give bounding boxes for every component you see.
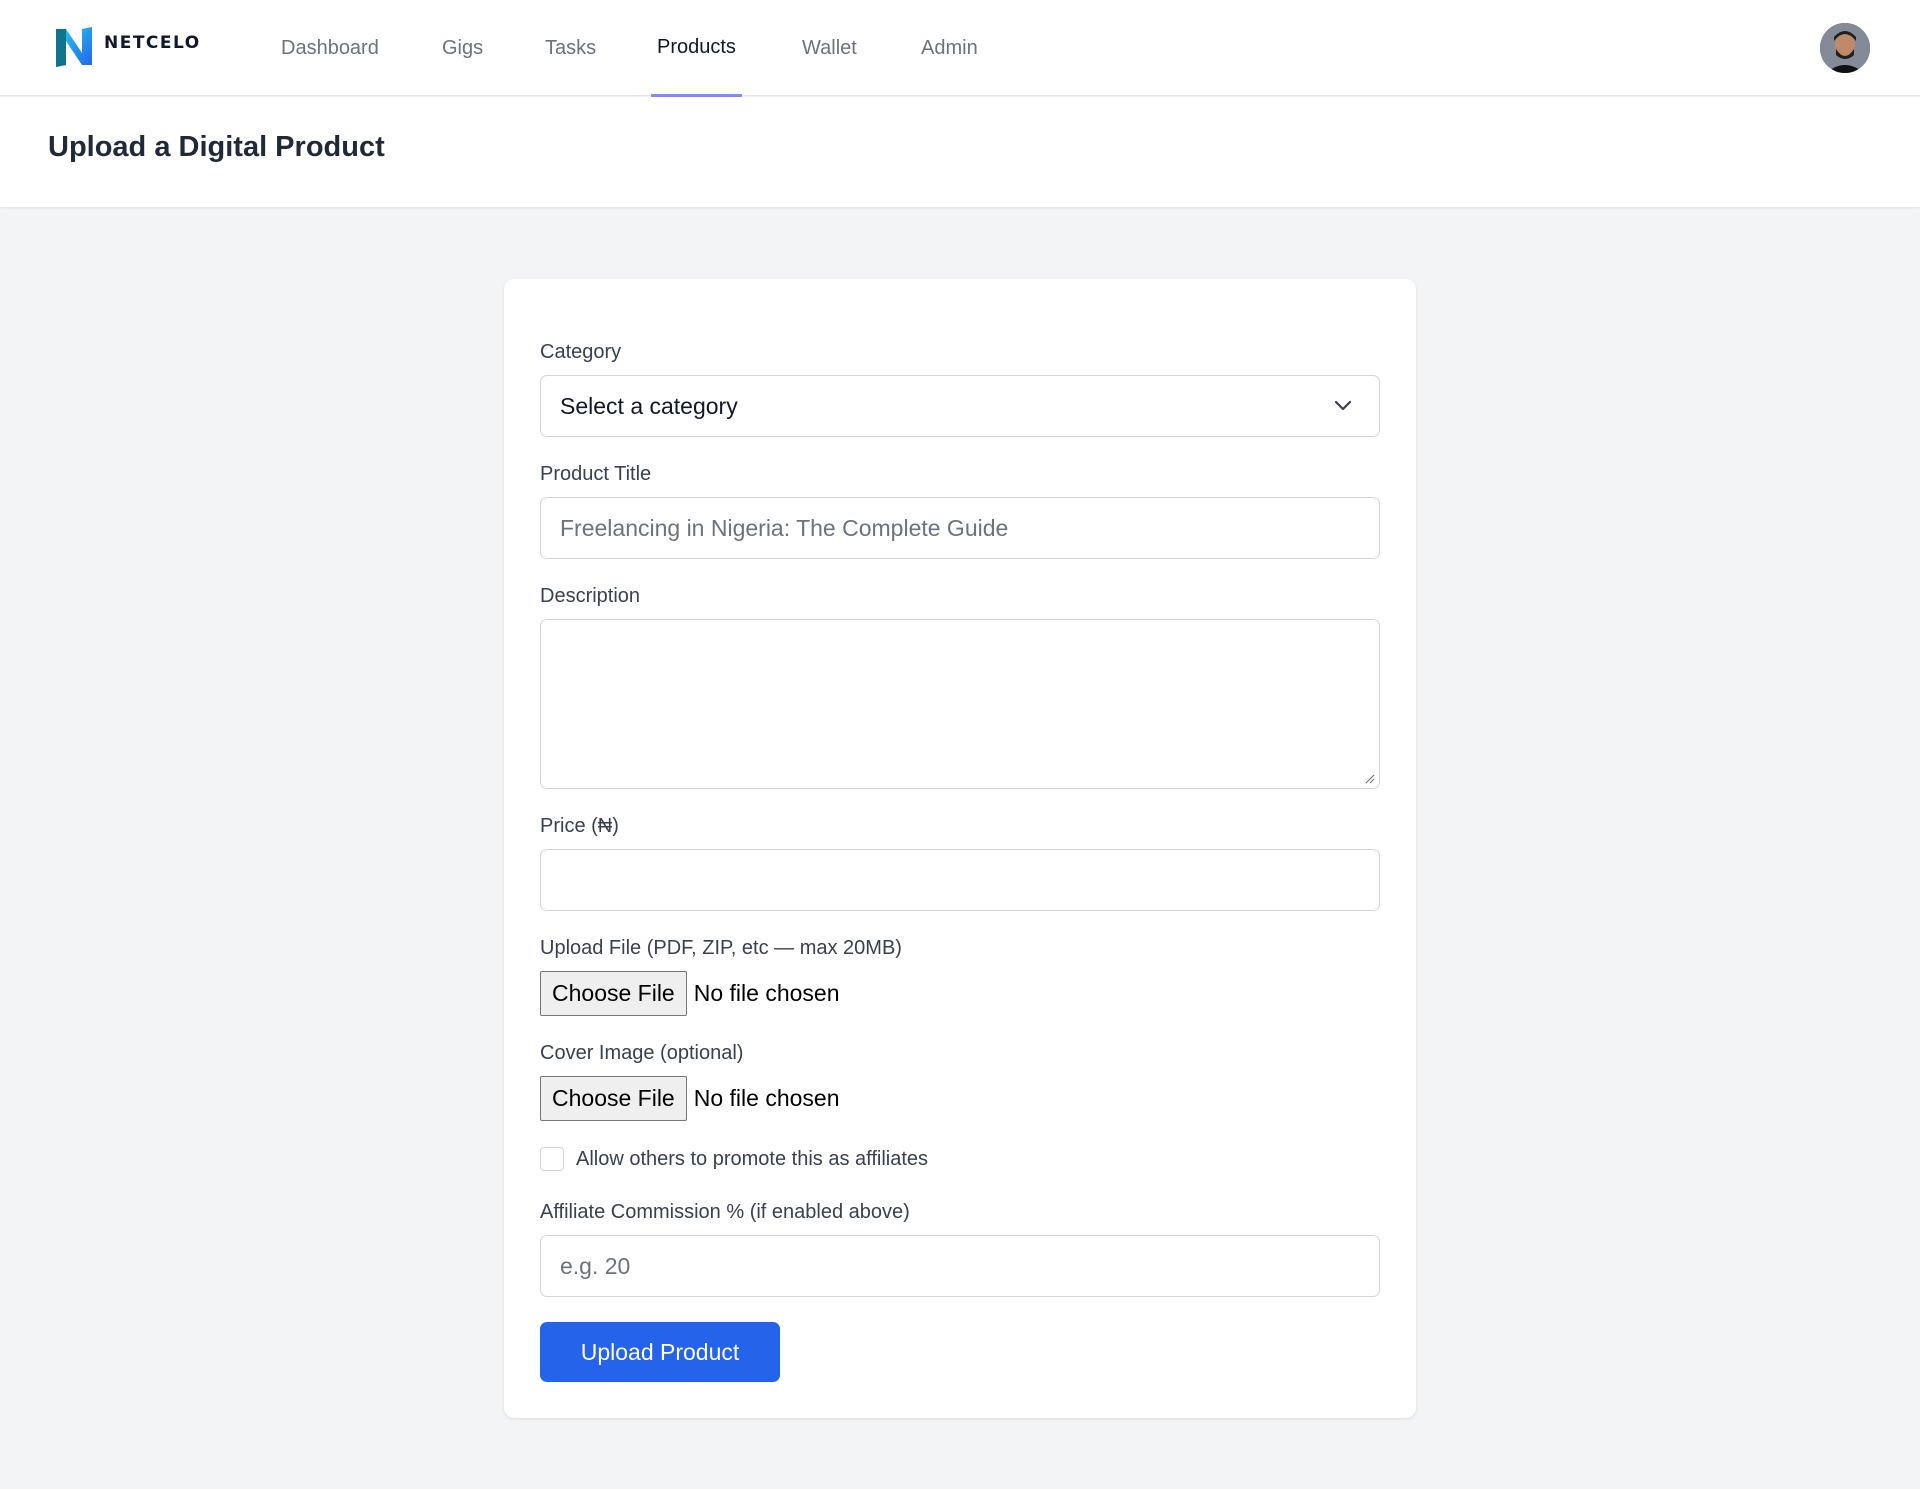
cover-image-input: Choose File No file chosen bbox=[540, 1076, 839, 1121]
category-selected-value: Select a category bbox=[560, 392, 738, 419]
nav-admin[interactable]: Admin bbox=[915, 0, 984, 97]
commission-input[interactable]: e.g. 20 bbox=[540, 1235, 1380, 1297]
cover-image-label: Cover Image (optional) bbox=[540, 1042, 744, 1064]
price-input[interactable] bbox=[540, 849, 1380, 911]
description-label: Description bbox=[540, 585, 641, 607]
user-avatar-icon bbox=[1820, 23, 1870, 73]
page-title: Upload a Digital Product bbox=[48, 131, 385, 163]
netcelo-logo-icon bbox=[56, 27, 92, 67]
product-title-input[interactable]: Freelancing in Nigeria: The Complete Gui… bbox=[540, 497, 1380, 559]
resize-handle-icon[interactable] bbox=[1363, 772, 1375, 784]
chevron-down-icon bbox=[1334, 400, 1352, 411]
user-avatar[interactable] bbox=[1820, 23, 1870, 73]
top-navbar: NETCELO Dashboard Gigs Tasks Products Wa… bbox=[0, 0, 1920, 97]
upload-file-choose-button[interactable]: Choose File bbox=[540, 971, 687, 1016]
cover-image-status: No file chosen bbox=[693, 1085, 840, 1111]
brand-logo[interactable]: NETCELO bbox=[54, 24, 201, 70]
affiliate-checkbox-label[interactable]: Allow others to promote this as affiliat… bbox=[576, 1148, 928, 1171]
category-select[interactable]: Select a category bbox=[540, 375, 1380, 437]
upload-file-status: No file chosen bbox=[693, 980, 840, 1006]
product-title-label: Product Title bbox=[540, 463, 652, 485]
page-header: Upload a Digital Product bbox=[0, 97, 1920, 207]
description-textarea[interactable] bbox=[540, 619, 1380, 789]
nav-products[interactable]: Products bbox=[651, 0, 742, 97]
nav-wallet[interactable]: Wallet bbox=[796, 0, 863, 97]
upload-file-label: Upload File (PDF, ZIP, etc — max 20MB) bbox=[540, 937, 902, 959]
affiliate-checkbox-row: Allow others to promote this as affiliat… bbox=[540, 1147, 928, 1171]
cover-image-choose-button[interactable]: Choose File bbox=[540, 1076, 687, 1121]
upload-file-input: Choose File No file chosen bbox=[540, 971, 839, 1016]
category-label: Category bbox=[540, 341, 622, 363]
commission-label: Affiliate Commission % (if enabled above… bbox=[540, 1201, 910, 1223]
price-label: Price (₦) bbox=[540, 815, 619, 837]
nav-tasks[interactable]: Tasks bbox=[539, 0, 602, 97]
upload-product-button[interactable]: Upload Product bbox=[540, 1322, 780, 1382]
brand-name: NETCELO bbox=[104, 33, 201, 53]
affiliate-checkbox[interactable] bbox=[540, 1147, 564, 1171]
nav-dashboard[interactable]: Dashboard bbox=[275, 0, 385, 97]
upload-product-card: Category Select a category Product Title… bbox=[504, 279, 1416, 1418]
nav-gigs[interactable]: Gigs bbox=[436, 0, 489, 97]
